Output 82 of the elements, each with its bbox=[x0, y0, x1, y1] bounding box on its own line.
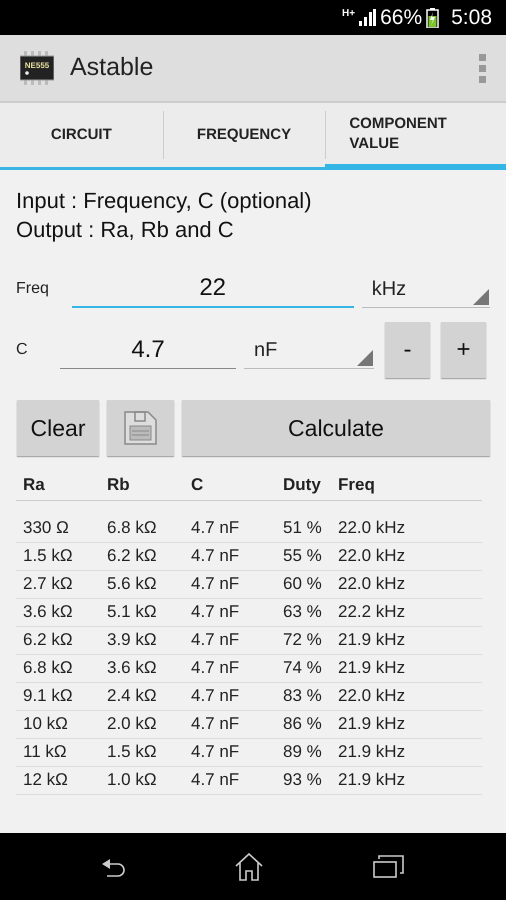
table-cell: 3.6 kΩ bbox=[100, 654, 184, 682]
table-cell: 6.8 kΩ bbox=[100, 500, 184, 542]
column-header: Duty bbox=[276, 470, 331, 500]
table-cell: 22.2 kHz bbox=[331, 598, 482, 626]
menu-icon bbox=[479, 54, 486, 82]
app-title: Astable bbox=[70, 52, 154, 84]
table-cell: 5.1 kΩ bbox=[100, 598, 184, 626]
info-text: Input : Frequency, C (optional) bbox=[16, 187, 313, 215]
table-cell: 4.7 nF bbox=[184, 682, 276, 710]
table-cell: 21.9 kHz bbox=[331, 766, 482, 794]
table-cell: 4.7 nF bbox=[184, 542, 276, 570]
table-cell: 1.0 kΩ bbox=[100, 766, 184, 794]
unit-dropdown[interactable]: kHz bbox=[362, 270, 490, 308]
table-cell: 60 % bbox=[276, 570, 331, 598]
table-cell: 4.7 nF bbox=[184, 738, 276, 766]
table-cell: 22.0 kHz bbox=[331, 682, 482, 710]
table-cell: 22.0 kHz bbox=[331, 500, 482, 542]
signal-icon bbox=[359, 9, 376, 26]
table-cell: 4.7 nF bbox=[184, 570, 276, 598]
tab[interactable]: FREQUENCY bbox=[162, 103, 326, 170]
input-field[interactable]: 4.7 bbox=[60, 331, 236, 369]
calculate-button[interactable]: Calculate bbox=[182, 400, 490, 456]
table-cell: 4.7 nF bbox=[184, 598, 276, 626]
table-cell: 4.7 nF bbox=[184, 766, 276, 794]
table-cell: 12 kΩ bbox=[16, 766, 100, 794]
table-cell: 22.0 kHz bbox=[331, 570, 482, 598]
table-cell: 2.4 kΩ bbox=[100, 682, 184, 710]
table-cell: 5.6 kΩ bbox=[100, 570, 184, 598]
table-cell: 51 % bbox=[276, 500, 331, 542]
clear-button[interactable]: Clear bbox=[17, 400, 99, 456]
table-cell: 4.7 nF bbox=[184, 710, 276, 738]
unit-dropdown[interactable]: nF bbox=[244, 331, 374, 369]
info-text: Output : Ra, Rb and C bbox=[16, 216, 235, 244]
table-cell: 86 % bbox=[276, 710, 331, 738]
table-cell: 74 % bbox=[276, 654, 331, 682]
table-cell: 6.8 kΩ bbox=[16, 654, 100, 682]
minus-button[interactable]: - bbox=[385, 322, 430, 378]
table-cell: 9.1 kΩ bbox=[16, 682, 100, 710]
field-label: C bbox=[16, 340, 29, 360]
column-header: C bbox=[184, 470, 276, 500]
table-cell: 4.7 nF bbox=[184, 626, 276, 654]
table-cell: 4.7 nF bbox=[184, 500, 276, 542]
table-cell: 6.2 kΩ bbox=[16, 626, 100, 654]
table-cell: 3.6 kΩ bbox=[16, 598, 100, 626]
table-cell: 2.7 kΩ bbox=[16, 570, 100, 598]
recent-apps-icon bbox=[372, 854, 404, 878]
table-cell: 72 % bbox=[276, 626, 331, 654]
table-cell: 93 % bbox=[276, 766, 331, 794]
network-type-label: H+ bbox=[342, 7, 356, 21]
table-cell: 10 kΩ bbox=[16, 710, 100, 738]
column-header: Ra bbox=[16, 470, 100, 500]
tab[interactable]: CIRCUIT bbox=[0, 103, 163, 170]
home-icon bbox=[234, 852, 264, 882]
table-cell: 4.7 nF bbox=[184, 654, 276, 682]
table-cell: 55 % bbox=[276, 542, 331, 570]
battery-percent: 66% bbox=[380, 4, 422, 31]
input-field[interactable]: 22 bbox=[72, 270, 354, 308]
battery-icon bbox=[426, 8, 440, 28]
dropdown-triangle-icon bbox=[357, 350, 373, 366]
column-header: Rb bbox=[100, 470, 184, 500]
table-cell: 21.9 kHz bbox=[331, 626, 482, 654]
save-button[interactable] bbox=[107, 400, 174, 456]
column-header: Freq bbox=[331, 470, 482, 500]
tab[interactable]: COMPONENT VALUE bbox=[325, 103, 506, 170]
dropdown-triangle-icon bbox=[473, 289, 489, 305]
table-cell: 330 Ω bbox=[16, 500, 100, 542]
plus-button[interactable]: + bbox=[441, 322, 486, 378]
clock-time: 5:08 bbox=[451, 4, 492, 31]
table-cell: 22.0 kHz bbox=[331, 542, 482, 570]
table-cell: 1.5 kΩ bbox=[16, 542, 100, 570]
table-cell: 63 % bbox=[276, 598, 331, 626]
table-cell: 1.5 kΩ bbox=[100, 738, 184, 766]
table-cell: 11 kΩ bbox=[16, 738, 100, 766]
table-cell: 89 % bbox=[276, 738, 331, 766]
table-cell: 6.2 kΩ bbox=[100, 542, 184, 570]
table-cell: 21.9 kHz bbox=[331, 654, 482, 682]
field-label: Freq bbox=[16, 279, 50, 299]
table-cell: 21.9 kHz bbox=[331, 710, 482, 738]
table-cell: 2.0 kΩ bbox=[100, 710, 184, 738]
table-cell: 21.9 kHz bbox=[331, 738, 482, 766]
table-cell: 83 % bbox=[276, 682, 331, 710]
table-cell: 3.9 kΩ bbox=[100, 626, 184, 654]
